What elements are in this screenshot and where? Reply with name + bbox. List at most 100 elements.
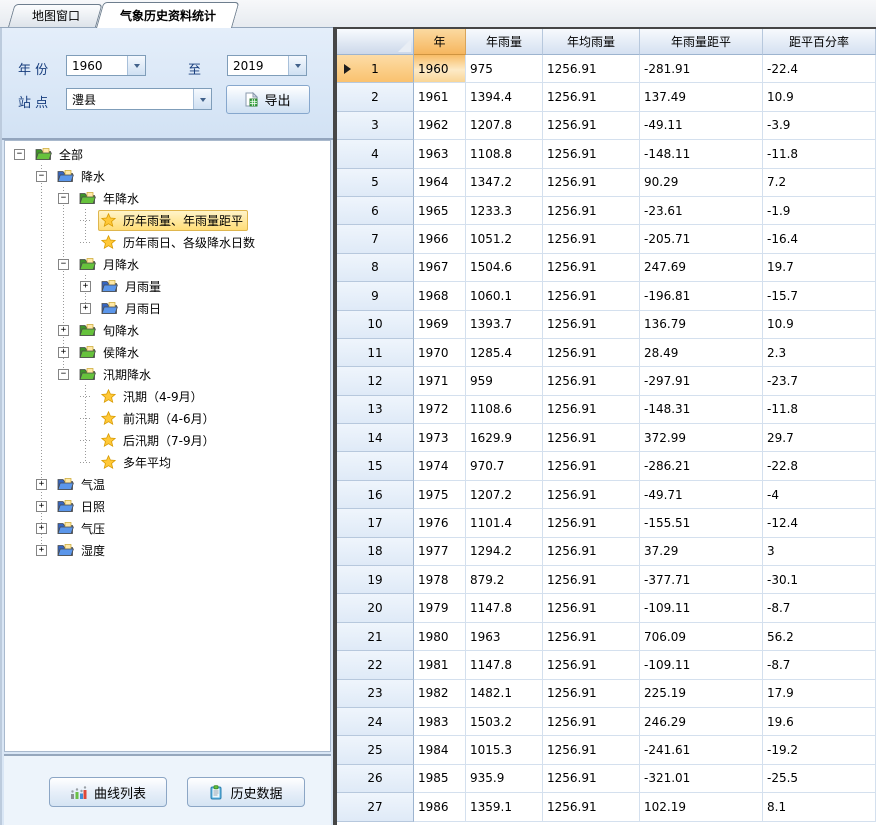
tree-item[interactable]: −年降水 — [5, 187, 330, 209]
cell[interactable]: -15.7 — [763, 282, 876, 310]
row-header[interactable]: 19 — [337, 566, 414, 594]
cell[interactable]: -12.4 — [763, 509, 876, 537]
cell[interactable]: 1256.91 — [543, 793, 640, 821]
cell[interactable]: -4 — [763, 481, 876, 509]
cell[interactable]: 1108.8 — [466, 140, 543, 168]
row-header[interactable]: 14 — [337, 424, 414, 452]
cell[interactable]: 1256.91 — [543, 708, 640, 736]
cell[interactable]: -286.21 — [640, 452, 763, 480]
cell[interactable]: 1294.2 — [466, 538, 543, 566]
cell[interactable]: 1969 — [414, 311, 466, 339]
cell[interactable]: 1963 — [414, 140, 466, 168]
cell[interactable]: 1147.8 — [466, 594, 543, 622]
cell[interactable]: 959 — [466, 367, 543, 395]
cell[interactable]: 1256.91 — [543, 254, 640, 282]
row-header[interactable]: 16 — [337, 481, 414, 509]
cell[interactable]: -22.8 — [763, 452, 876, 480]
cell[interactable]: 1975 — [414, 481, 466, 509]
cell[interactable]: 7.2 — [763, 169, 876, 197]
tree-item[interactable]: −汛期降水 — [5, 363, 330, 385]
tree-item[interactable]: +气温 — [5, 473, 330, 495]
dropdown-button[interactable] — [288, 56, 306, 75]
cell[interactable]: -22.4 — [763, 55, 876, 83]
expand-icon[interactable]: + — [36, 501, 47, 512]
cell[interactable]: -155.51 — [640, 509, 763, 537]
column-header[interactable]: 年雨量 — [466, 29, 543, 55]
row-header[interactable]: 2 — [337, 83, 414, 111]
tree-item[interactable]: +月雨量 — [5, 275, 330, 297]
row-header[interactable]: 27 — [337, 793, 414, 821]
cell[interactable]: 1015.3 — [466, 736, 543, 764]
tree-item[interactable]: 多年平均 — [5, 451, 330, 473]
cell[interactable]: 1256.91 — [543, 566, 640, 594]
cell[interactable]: -281.91 — [640, 55, 763, 83]
cell[interactable]: -377.71 — [640, 566, 763, 594]
cell[interactable]: 10.9 — [763, 83, 876, 111]
cell[interactable]: 1347.2 — [466, 169, 543, 197]
tree-item[interactable]: 历年雨量、年雨量距平 — [5, 209, 330, 231]
cell[interactable]: 1101.4 — [466, 509, 543, 537]
station-select[interactable]: 澧县 — [66, 88, 212, 110]
cell[interactable]: 706.09 — [640, 623, 763, 651]
cell[interactable]: 935.9 — [466, 765, 543, 793]
cell[interactable]: -30.1 — [763, 566, 876, 594]
cell[interactable]: -11.8 — [763, 396, 876, 424]
cell[interactable]: 1393.7 — [466, 311, 543, 339]
select-all-corner[interactable] — [337, 29, 414, 55]
row-header[interactable]: 17 — [337, 509, 414, 537]
row-header[interactable]: 13 — [337, 396, 414, 424]
cell[interactable]: 879.2 — [466, 566, 543, 594]
collapse-icon[interactable]: − — [14, 149, 25, 160]
cell[interactable]: 1256.91 — [543, 538, 640, 566]
cell[interactable]: 1974 — [414, 452, 466, 480]
row-header[interactable]: 4 — [337, 140, 414, 168]
expand-icon[interactable]: + — [36, 523, 47, 534]
cell[interactable]: 1966 — [414, 225, 466, 253]
column-header[interactable]: 年雨量距平 — [640, 29, 763, 55]
cell[interactable]: 1256.91 — [543, 509, 640, 537]
cell[interactable]: 1482.1 — [466, 680, 543, 708]
curve-list-button[interactable]: 曲线列表 — [49, 777, 167, 807]
cell[interactable]: -8.7 — [763, 594, 876, 622]
cell[interactable]: 1256.91 — [543, 282, 640, 310]
year-from-select[interactable]: 1960 — [66, 55, 146, 76]
cell[interactable]: 3 — [763, 538, 876, 566]
cell[interactable]: 1960 — [414, 55, 466, 83]
row-header[interactable]: 11 — [337, 339, 414, 367]
collapse-icon[interactable]: − — [58, 193, 69, 204]
tree-item[interactable]: +湿度 — [5, 539, 330, 561]
cell[interactable]: 1256.91 — [543, 680, 640, 708]
cell[interactable]: 1977 — [414, 538, 466, 566]
cell[interactable]: 1981 — [414, 651, 466, 679]
cell[interactable]: 1256.91 — [543, 765, 640, 793]
cell[interactable]: 2.3 — [763, 339, 876, 367]
tree-item[interactable]: 汛期（4-9月） — [5, 385, 330, 407]
cell[interactable]: 1051.2 — [466, 225, 543, 253]
cell[interactable]: 8.1 — [763, 793, 876, 821]
cell[interactable]: 1963 — [466, 623, 543, 651]
cell[interactable]: 1256.91 — [543, 169, 640, 197]
row-header[interactable]: 26 — [337, 765, 414, 793]
cell[interactable]: 1359.1 — [466, 793, 543, 821]
cell[interactable]: 1256.91 — [543, 197, 640, 225]
cell[interactable]: 90.29 — [640, 169, 763, 197]
cell[interactable]: 1961 — [414, 83, 466, 111]
cell[interactable]: 1256.91 — [543, 452, 640, 480]
cell[interactable]: 1256.91 — [543, 736, 640, 764]
expand-icon[interactable]: + — [36, 545, 47, 556]
export-button[interactable]: 导出 — [226, 85, 310, 114]
cell[interactable]: 1504.6 — [466, 254, 543, 282]
row-header[interactable]: 15 — [337, 452, 414, 480]
column-header[interactable]: 距平百分率 — [763, 29, 876, 55]
cell[interactable]: -49.71 — [640, 481, 763, 509]
dropdown-button[interactable] — [193, 89, 211, 109]
cell[interactable]: 1256.91 — [543, 55, 640, 83]
cell[interactable]: 136.79 — [640, 311, 763, 339]
cell[interactable]: 1108.6 — [466, 396, 543, 424]
cell[interactable]: 1979 — [414, 594, 466, 622]
cell[interactable]: 246.29 — [640, 708, 763, 736]
row-header[interactable]: 10 — [337, 311, 414, 339]
cell[interactable]: 1256.91 — [543, 339, 640, 367]
row-header[interactable]: 22 — [337, 651, 414, 679]
column-header[interactable]: 年 — [414, 29, 466, 55]
